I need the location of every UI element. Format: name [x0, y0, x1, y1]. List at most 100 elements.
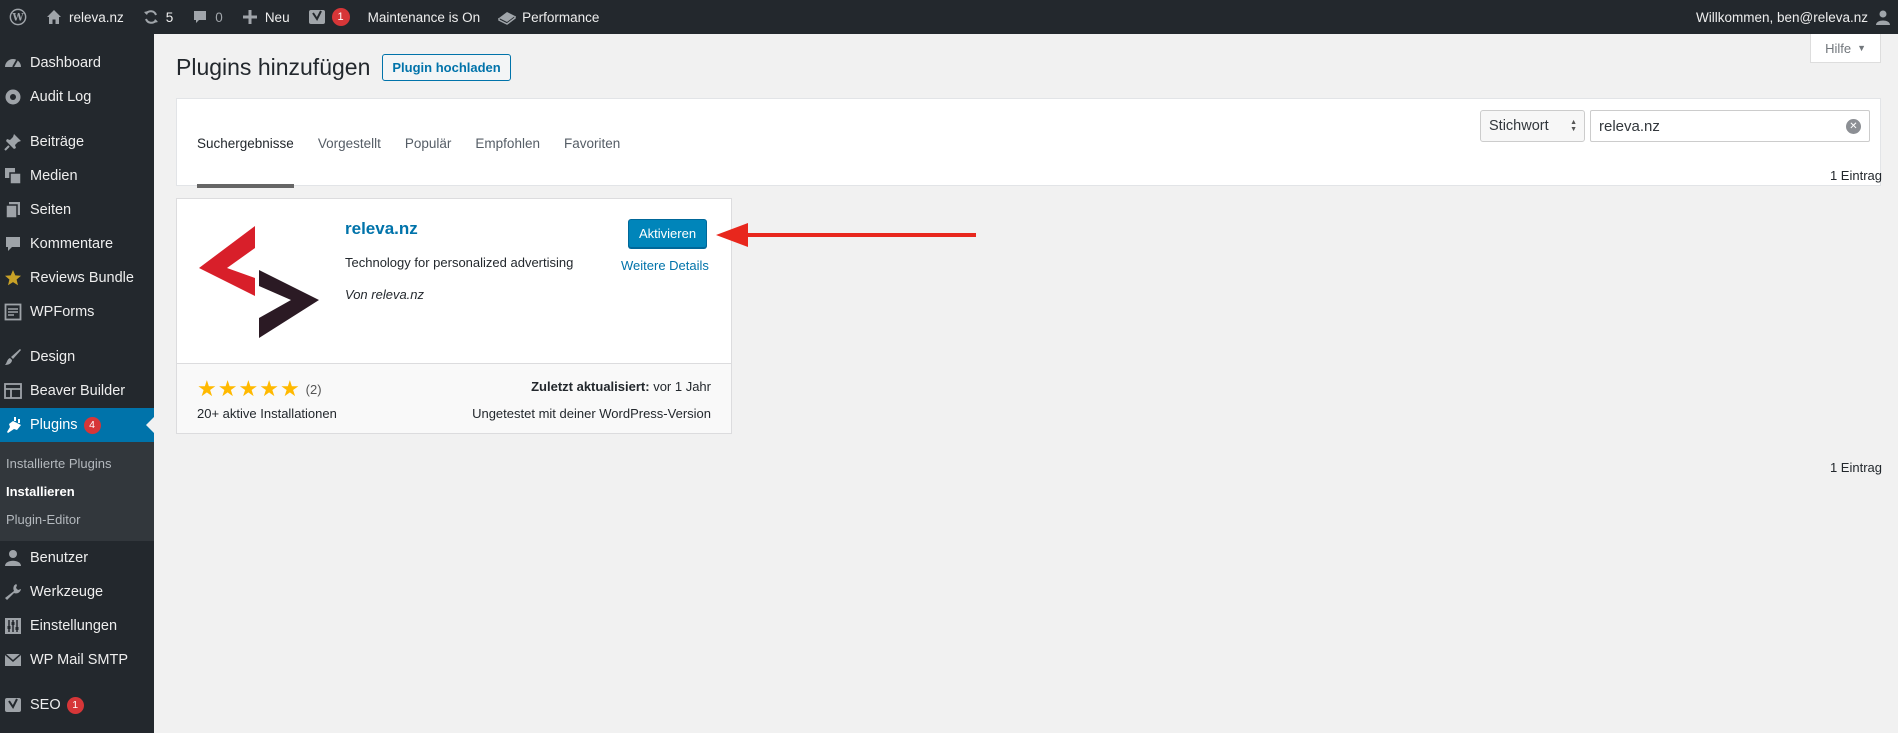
caret-down-icon: ▼ — [1857, 43, 1866, 53]
menu-separator — [0, 114, 154, 125]
tab-recommended[interactable]: Empfohlen — [475, 99, 540, 187]
sidebar-item-label: Kommentare — [30, 236, 114, 252]
sidebar-item-pages[interactable]: Seiten — [0, 193, 154, 227]
sidebar-item-tools[interactable]: Werkzeuge — [0, 575, 154, 609]
star-filled-icon: ★ — [279, 376, 300, 401]
plugin-filter-bar: Suchergebnisse Vorgestellt Populär Empfo… — [176, 98, 1881, 188]
site-name-link[interactable]: releva.nz — [36, 0, 133, 34]
search-type-value: Stichwort — [1489, 118, 1549, 134]
plugin-name-link[interactable]: releva.nz — [345, 219, 418, 239]
sidebar-item-label: Einstellungen — [30, 618, 118, 634]
tab-favorites[interactable]: Favoriten — [564, 99, 620, 187]
select-arrows-icon: ▲ ▼ — [1570, 119, 1577, 133]
last-updated-value: vor 1 Jahr — [653, 379, 711, 394]
sidebar-item-beaver-builder[interactable]: Beaver Builder — [0, 374, 154, 408]
upload-plugin-button[interactable]: Plugin hochladen — [382, 54, 511, 81]
plugin-card-top: releva.nz Technology for personalized ad… — [177, 199, 731, 363]
filter-tabs: Suchergebnisse Vorgestellt Populär Empfo… — [197, 99, 620, 188]
mail-icon — [4, 651, 22, 669]
sidebar-item-wp-mail-smtp[interactable]: WP Mail SMTP — [0, 643, 154, 677]
performance-label: Performance — [522, 9, 600, 25]
yoast-icon — [308, 8, 326, 26]
layout-grid-icon — [4, 382, 22, 400]
page-title: Plugins hinzufügen — [176, 54, 371, 80]
user-avatar-icon — [1874, 8, 1892, 26]
results-count-top: 1 Eintrag — [1829, 168, 1882, 183]
submenu-plugin-editor[interactable]: Plugin-Editor — [0, 505, 154, 533]
help-tab-button[interactable]: Hilfe ▼ — [1810, 34, 1881, 63]
user-icon — [4, 549, 22, 567]
sidebar-item-label: Reviews Bundle — [30, 270, 134, 286]
plugin-icon — [4, 416, 22, 434]
sidebar-item-dashboard[interactable]: Dashboard — [0, 46, 154, 80]
plugin-card-bottom: ★ ★ ★ ★ ★ (2) 20+ aktive Installationen … — [177, 363, 731, 433]
performance-icon — [498, 8, 516, 26]
clear-search-icon[interactable]: ✕ — [1846, 118, 1861, 134]
last-updated: Zuletzt aktualisiert: vor 1 Jahr — [531, 379, 711, 394]
site-name: releva.nz — [69, 9, 124, 25]
comments-link[interactable]: 0 — [182, 0, 232, 34]
star-filled-icon: ★ — [259, 376, 279, 401]
admin-bar: W releva.nz 5 0 Neu 1 Maintenance is On — [0, 0, 1898, 34]
star-filled-icon: ★ — [217, 376, 238, 401]
sidebar-item-wpforms[interactable]: WPForms — [0, 295, 154, 329]
plugins-update-badge: 4 — [83, 416, 101, 434]
tab-popular[interactable]: Populär — [405, 99, 452, 187]
updates-link[interactable]: 5 — [133, 0, 183, 34]
yoast-menu[interactable]: 1 — [299, 0, 359, 34]
account-menu[interactable]: Willkommen, ben@releva.nz — [1687, 0, 1898, 34]
sidebar-item-users[interactable]: Benutzer — [0, 541, 154, 575]
search-type-select[interactable]: Stichwort ▲ ▼ — [1480, 110, 1585, 142]
menu-separator — [0, 677, 154, 688]
updates-count: 5 — [165, 9, 174, 25]
sidebar-item-label: Design — [30, 349, 76, 365]
sidebar-item-comments[interactable]: Kommentare — [0, 227, 154, 261]
sidebar-item-label: SEO — [30, 697, 61, 713]
search-input[interactable]: releva.nz ✕ — [1590, 110, 1870, 142]
sidebar-item-settings[interactable]: Einstellungen — [0, 609, 154, 643]
sidebar-item-audit-log[interactable]: Audit Log — [0, 80, 154, 114]
submenu-installed-plugins[interactable]: Installierte Plugins — [0, 449, 154, 477]
plugin-card: releva.nz Technology for personalized ad… — [176, 198, 732, 434]
main-content: Hilfe ▼ Plugins hinzufügen Plugin hochla… — [154, 34, 1898, 733]
rating-count: (2) — [305, 381, 322, 397]
new-content-link[interactable]: Neu — [232, 0, 299, 34]
maintenance-label: Maintenance is On — [367, 9, 481, 25]
sidebar-item-plugins[interactable]: Plugins 4 — [0, 408, 154, 442]
plugins-submenu: Installierte Plugins Installieren Plugin… — [0, 442, 154, 541]
menu-separator — [0, 329, 154, 340]
last-updated-label: Zuletzt aktualisiert: — [531, 379, 650, 394]
sidebar-item-label: Werkzeuge — [30, 584, 104, 600]
performance-menu[interactable]: Performance — [489, 0, 608, 34]
more-details-link[interactable]: Weitere Details — [621, 258, 709, 273]
plugin-description: Technology for personalized advertising — [345, 255, 574, 270]
wordpress-logo-button[interactable]: W — [0, 0, 36, 34]
submenu-install[interactable]: Installieren — [0, 477, 154, 505]
sidebar-item-label: WPForms — [30, 304, 95, 320]
sidebar-item-label: Beiträge — [30, 134, 85, 150]
star-rating: ★ ★ ★ ★ ★ (2) — [197, 378, 322, 400]
welcome-text: Willkommen, ben@releva.nz — [1695, 9, 1868, 25]
sidebar-item-design[interactable]: Design — [0, 340, 154, 374]
sidebar-item-posts[interactable]: Beiträge — [0, 125, 154, 159]
star-icon — [4, 269, 22, 287]
activate-button[interactable]: Aktivieren — [628, 219, 708, 248]
sidebar-item-media[interactable]: Medien — [0, 159, 154, 193]
settings-sliders-icon — [4, 617, 22, 635]
home-icon — [45, 8, 63, 26]
maintenance-link[interactable]: Maintenance is On — [359, 0, 490, 34]
tab-search-results[interactable]: Suchergebnisse — [197, 99, 294, 188]
plugin-search: Stichwort ▲ ▼ releva.nz ✕ — [1480, 110, 1870, 142]
sidebar-top-spacer — [0, 34, 154, 46]
sidebar-item-seo[interactable]: SEO 1 — [0, 688, 154, 722]
sidebar-item-label: Dashboard — [30, 55, 101, 71]
sidebar-item-reviews-bundle[interactable]: Reviews Bundle — [0, 261, 154, 295]
page-header: Plugins hinzufügen Plugin hochladen — [176, 54, 511, 81]
plugin-logo[interactable] — [199, 226, 319, 346]
tab-featured[interactable]: Vorgestellt — [318, 99, 381, 187]
dashboard-icon — [4, 54, 22, 72]
yoast-icon — [4, 696, 22, 714]
sidebar-item-label: Benutzer — [30, 550, 89, 566]
comments-icon — [4, 235, 22, 253]
yoast-badge: 1 — [331, 8, 350, 26]
